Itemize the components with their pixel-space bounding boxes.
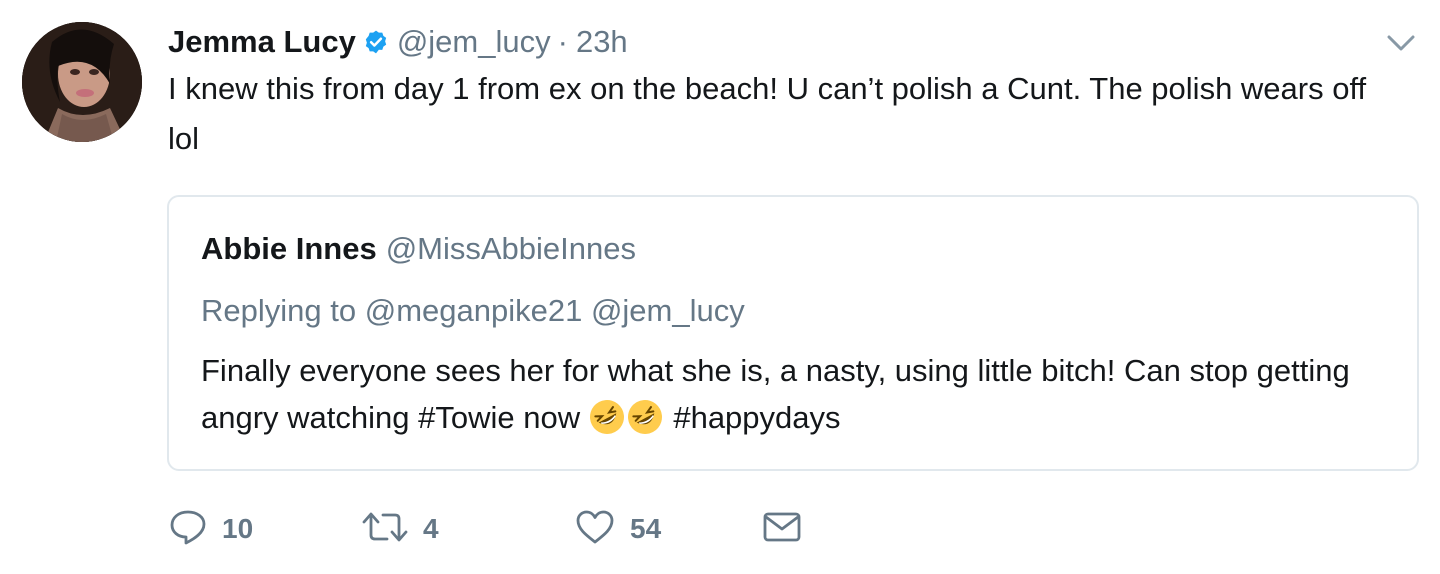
author-name[interactable]: Jemma Lucy: [168, 24, 356, 60]
separator-dot: ·: [557, 24, 568, 59]
tweet-timestamp[interactable]: 23h: [576, 24, 628, 60]
rolling-laughing-emoji-icon: [627, 399, 663, 435]
mention-link[interactable]: @jem_lucy: [591, 293, 745, 328]
replying-to-line: Replying to @meganpike21 @jem_lucy: [201, 293, 745, 329]
reply-count: 10: [222, 513, 254, 544]
verified-badge-icon: [363, 29, 389, 55]
retweet-icon: [361, 509, 409, 550]
tweet-card: Jemma Lucy @jem_lucy · 23h I knew this f…: [0, 0, 1440, 574]
reply-button[interactable]: 10: [168, 508, 361, 551]
like-count: 54: [630, 513, 662, 544]
replying-to-label: Replying to: [201, 293, 357, 328]
quoted-tweet[interactable]: Abbie Innes @MissAbbieInnes Replying to @…: [167, 195, 1419, 471]
quoted-tweet-text: Finally everyone sees her for what she i…: [201, 347, 1401, 441]
rolling-laughing-emoji-icon: [589, 399, 625, 435]
avatar[interactable]: [22, 22, 142, 142]
mention-link[interactable]: @meganpike21: [365, 293, 583, 328]
tweet-text: I knew this from day 1 from ex on the be…: [168, 71, 1375, 156]
like-button[interactable]: 54: [574, 508, 762, 551]
tweet-actions: 10 4 54: [168, 506, 802, 552]
quoted-tweet-header: Abbie Innes @MissAbbieInnes: [201, 231, 636, 267]
reply-bubble-icon: [168, 508, 208, 551]
envelope-icon: [762, 510, 802, 549]
quoted-author-handle: @MissAbbieInnes: [385, 231, 637, 266]
heart-icon: [574, 508, 616, 551]
author-handle[interactable]: @jem_lucy: [397, 24, 551, 60]
retweet-button[interactable]: 4: [361, 509, 574, 550]
tweet-header: Jemma Lucy @jem_lucy · 23h: [168, 20, 628, 64]
retweet-count: 4: [423, 513, 439, 544]
quoted-text-hashtag: #happydays: [664, 400, 841, 435]
direct-message-button[interactable]: [762, 510, 802, 549]
chevron-down-icon[interactable]: [1384, 30, 1418, 56]
quoted-author-name: Abbie Innes: [201, 231, 377, 266]
